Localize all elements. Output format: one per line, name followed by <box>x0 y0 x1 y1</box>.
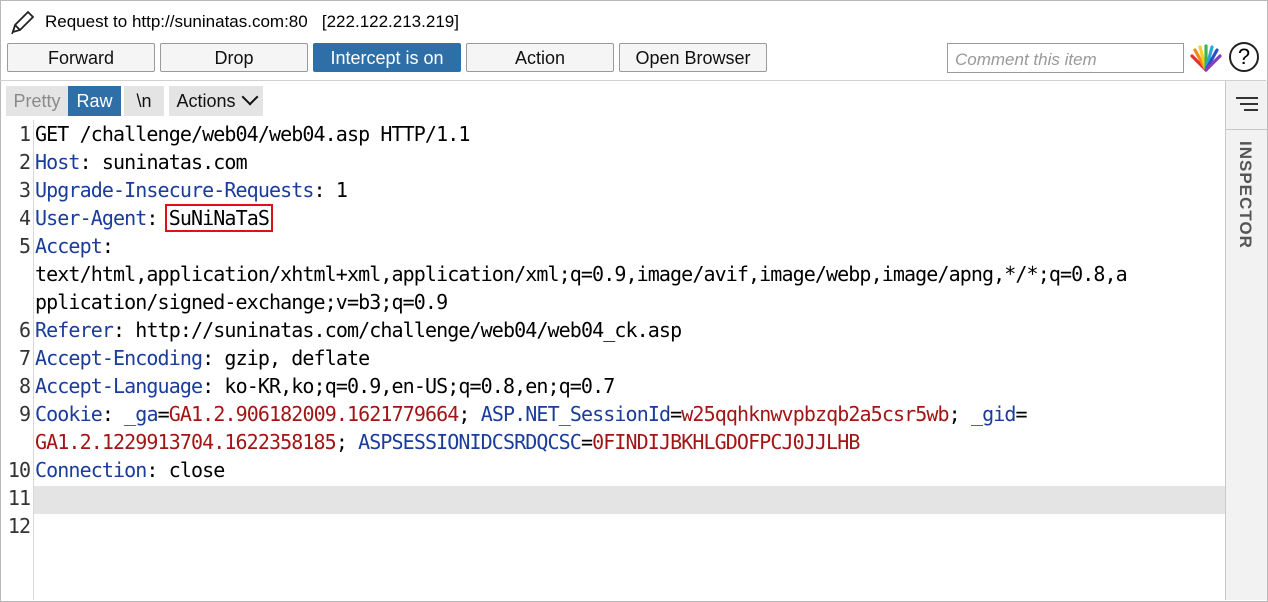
chevron-down-icon <box>241 88 259 106</box>
line-number: 6 <box>18 318 31 342</box>
header-user-agent: User-Agent: SuNiNaTaS <box>35 204 1223 232</box>
actions-dropdown[interactable]: Actions <box>169 86 263 116</box>
header-key: Accept-Encoding <box>35 346 203 370</box>
highlight-color-icon[interactable] <box>1189 44 1223 72</box>
actions-label: Actions <box>176 91 236 111</box>
header-accept-cont: pplication/signed-exchange;v=b3;q=0.9 <box>35 290 448 314</box>
cookie-name: _gid <box>959 402 1016 426</box>
toolbar-divider <box>0 80 1266 81</box>
line-number: 10 <box>7 458 31 482</box>
line-number: 7 <box>18 346 31 370</box>
cookie-value: GA1.2.1229913704.1622358185 <box>35 430 337 454</box>
header-referer: Referer: http://suninatas.com/challenge/… <box>35 318 682 342</box>
header-value: ko-KR,ko;q=0.9,en-US;q=0.8,en;q=0.7 <box>213 374 615 398</box>
header-key: Upgrade-Insecure-Requests <box>35 178 314 202</box>
header-host: Host: suninatas.com <box>35 150 248 174</box>
header-accept-language: Accept-Language: ko-KR,ko;q=0.9,en-US;q=… <box>35 374 615 398</box>
header-key: Accept <box>35 234 103 258</box>
cookie-name: _ga <box>113 402 158 426</box>
header-key: Accept-Language <box>35 374 203 398</box>
forward-button[interactable]: Forward <box>7 43 155 72</box>
line-number: 9 <box>18 402 31 426</box>
pencil-icon <box>11 10 35 35</box>
line-number: 3 <box>18 178 31 202</box>
line-number: 11 <box>7 486 31 510</box>
user-agent-value-highlight: SuNiNaTaS <box>164 204 273 232</box>
cookie-name: ASP.NET_SessionId <box>469 402 671 426</box>
tab-pretty[interactable]: Pretty <box>6 86 68 116</box>
action-button[interactable]: Action <box>466 43 614 72</box>
header-accept-cont: text/html,application/xhtml+xml,applicat… <box>35 262 1128 286</box>
cookie-name: ASPSESSIONIDCSRDQCSC <box>346 430 582 454</box>
header-accept-encoding: Accept-Encoding: gzip, deflate <box>35 346 370 370</box>
header-upgrade: Upgrade-Insecure-Requests: 1 <box>35 178 348 202</box>
header-separator: : <box>101 234 114 258</box>
line-number: 2 <box>18 150 31 174</box>
intercept-toggle-button[interactable]: Intercept is on <box>313 43 461 72</box>
header-cookie: Cookie: _ga=GA1.2.906182009.1621779664; … <box>35 402 1028 426</box>
line-number: 12 <box>7 514 31 538</box>
request-editor[interactable]: 1 2 3 4 5 6 7 8 9 10 11 12 GET /challeng… <box>0 120 1225 600</box>
inspector-panel[interactable]: INSPECTOR <box>1225 81 1267 600</box>
window-title: Request to http://suninatas.com:80 [222.… <box>45 12 459 31</box>
header-accept: Accept: <box>35 232 1223 260</box>
header-value: close <box>157 458 226 482</box>
menu-icon[interactable] <box>1236 97 1258 113</box>
inspector-label[interactable]: INSPECTOR <box>1235 141 1255 249</box>
header-value: gzip, deflate <box>213 346 370 370</box>
header-key: User-Agent <box>35 206 147 230</box>
title-bar: Request to http://suninatas.com:80 [222.… <box>0 0 1266 42</box>
open-browser-button[interactable]: Open Browser <box>619 43 767 72</box>
line-number: 8 <box>18 374 31 398</box>
header-key: Cookie <box>35 402 103 426</box>
cookie-value: 0FINDIJBKHLGDOFPCJ0JJLHB <box>592 430 860 454</box>
tab-newline[interactable]: \n <box>124 86 164 116</box>
help-icon[interactable]: ? <box>1229 42 1259 72</box>
request-line: GET /challenge/web04/web04.asp HTTP/1.1 <box>35 122 470 146</box>
header-cookie-cont: GA1.2.1229913704.1622358185; ASPSESSIONI… <box>35 430 860 454</box>
header-value: http://suninatas.com/challenge/web04/web… <box>124 318 682 342</box>
header-key: Connection <box>35 458 147 482</box>
header-connection: Connection: close <box>35 458 226 482</box>
line-number: 5 <box>18 234 31 258</box>
header-value: 1 <box>324 178 348 202</box>
drop-button[interactable]: Drop <box>160 43 308 72</box>
header-key: Referer <box>35 318 114 342</box>
line-number: 1 <box>18 122 31 146</box>
cookie-value: GA1.2.906182009.1621779664 <box>168 402 460 426</box>
header-key: Host <box>35 150 80 174</box>
cookie-value: w25qqhknwvpbzqb2a5csr5wb <box>681 402 949 426</box>
tab-raw[interactable]: Raw <box>68 86 121 116</box>
comment-input[interactable]: Comment this item <box>947 43 1184 73</box>
current-line-highlight <box>34 486 1225 514</box>
line-number: 4 <box>18 206 31 230</box>
header-value: suninatas.com <box>90 150 248 174</box>
inspector-divider <box>1226 129 1267 130</box>
